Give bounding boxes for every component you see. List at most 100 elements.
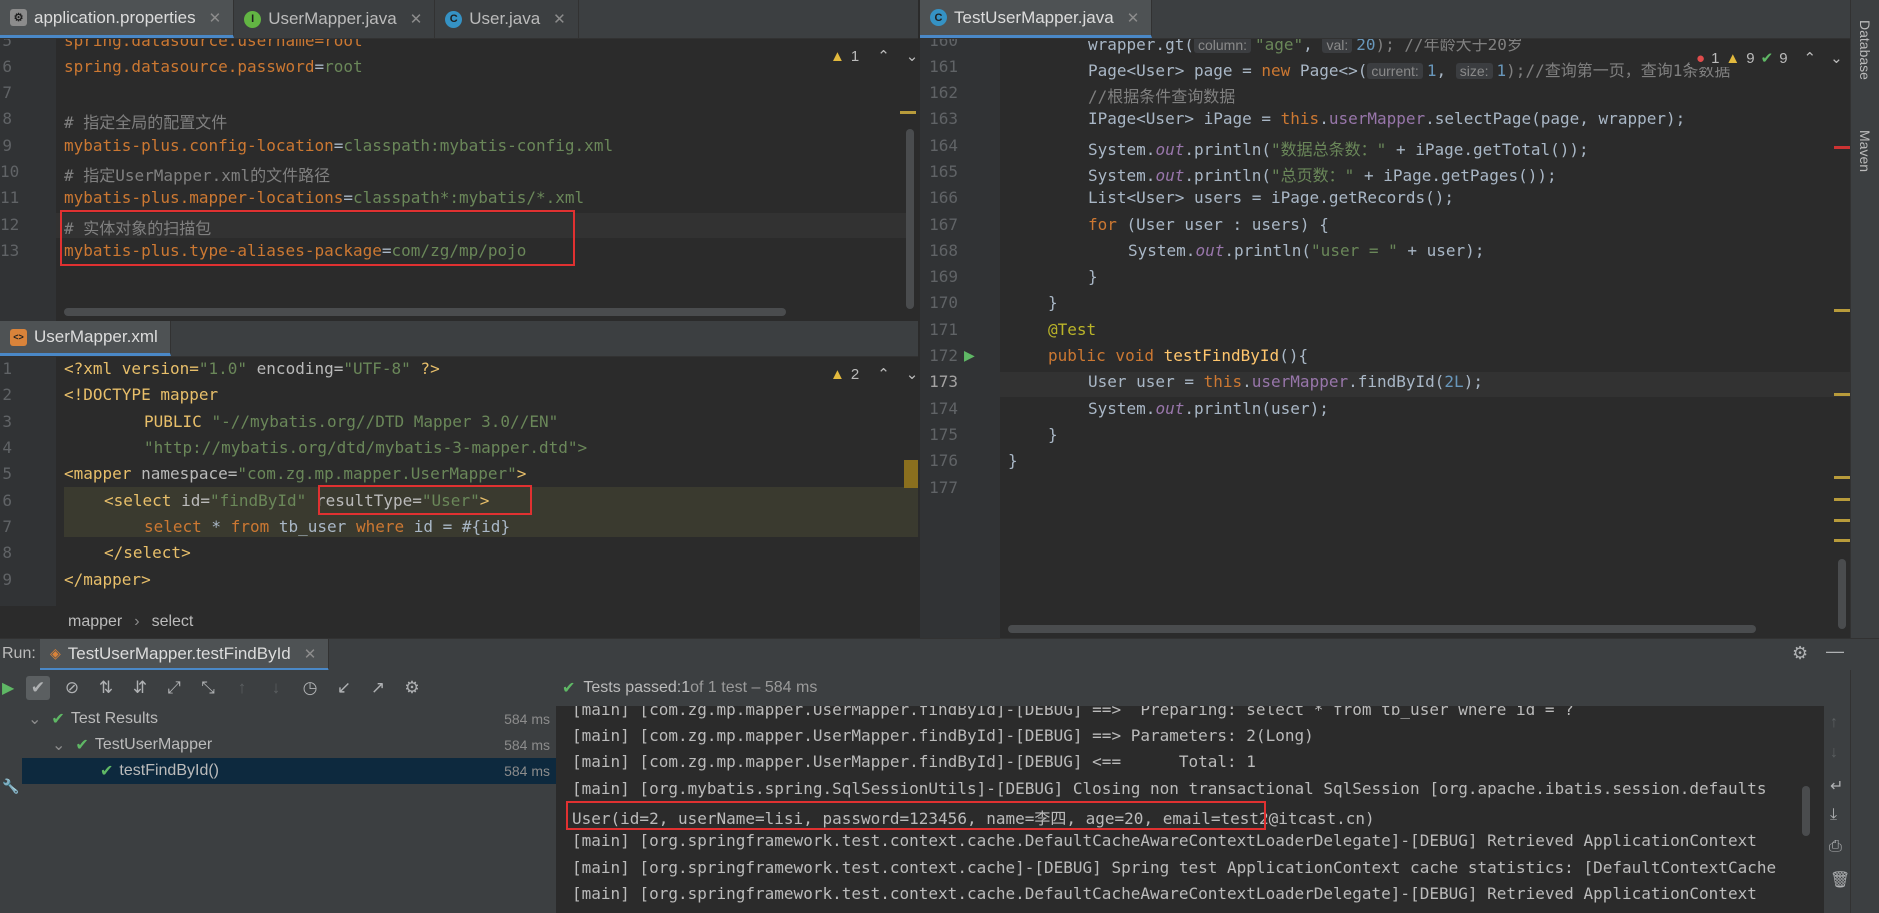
- console-line: [main] [org.springframework.test.context…: [572, 884, 1757, 903]
- export-tests-icon[interactable]: ↗: [366, 676, 390, 700]
- tree-row-class[interactable]: ⌄ ✔ TestUserMapper 584 ms: [22, 732, 556, 758]
- inspection-widget[interactable]: ▲ 1 ⌃ ⌄: [830, 47, 918, 66]
- tab-run-config[interactable]: ◈ TestUserMapper.testFindById ✕: [40, 639, 330, 671]
- gear-icon[interactable]: ⚙: [1792, 643, 1808, 664]
- next-failed-icon[interactable]: ↓: [264, 676, 288, 700]
- expand-all-icon[interactable]: ⤢: [162, 676, 186, 700]
- tab-usermapper-xml[interactable]: <> UserMapper.xml: [0, 321, 171, 356]
- chevron-down-icon[interactable]: ⌄: [52, 735, 65, 755]
- console-output[interactable]: [main] [com.zg.mp.mapper.UserMapper.find…: [556, 706, 1824, 913]
- tab-application-properties[interactable]: ⚙ application.properties ✕: [0, 0, 235, 38]
- check-icon: ✔: [100, 763, 114, 780]
- interface-icon: I: [244, 10, 262, 28]
- tab-usermapper-java[interactable]: I UserMapper.java ✕: [234, 0, 436, 38]
- tab-user-java[interactable]: C User.java ✕: [435, 0, 579, 38]
- close-icon[interactable]: ✕: [304, 645, 317, 663]
- xml-file-icon: <>: [10, 328, 27, 346]
- properties-editor[interactable]: 5 6 7 8 9 10 11 12 13 spring.datasource.…: [0, 39, 918, 321]
- tree-row-results[interactable]: ⌄ ✔ Test Results 584 ms: [22, 706, 556, 732]
- code-line: System.out.println("user = " + user);: [1128, 241, 1485, 260]
- chevron-up-icon[interactable]: ⌃: [1804, 49, 1817, 67]
- rerun-icon[interactable]: ▶: [2, 678, 14, 698]
- history-icon[interactable]: ◷: [298, 676, 322, 700]
- minimize-icon[interactable]: —: [1826, 641, 1844, 662]
- breadcrumb-item[interactable]: select: [152, 613, 194, 631]
- tree-label: Test Results: [70, 710, 158, 727]
- xml-editor[interactable]: 1 2 3 4 5 6 7 8 9 <?xml version="1.0" en…: [0, 357, 918, 606]
- code-line: IPage<User> iPage = this.userMapper.sele…: [1088, 109, 1686, 128]
- soft-wrap-icon[interactable]: ↵: [1830, 776, 1843, 796]
- code-line: System.out.println("数据总条数：" + iPage.getT…: [1088, 140, 1589, 159]
- close-icon[interactable]: ✕: [410, 10, 423, 28]
- line-number: 5: [2, 39, 12, 50]
- status-prefix: Tests passed:: [583, 679, 682, 696]
- warning-marker: [904, 460, 918, 488]
- show-passed-icon[interactable]: ✔: [26, 676, 50, 700]
- settings-icon[interactable]: ⚙: [400, 676, 424, 700]
- editor-tabs-bottom-left: <> UserMapper.xml: [0, 321, 918, 357]
- run-side-toolbar: ▶ 🔧: [0, 670, 22, 913]
- scroll-to-end-icon[interactable]: ⤓: [1830, 806, 1837, 824]
- duration: 584 ms: [504, 763, 550, 779]
- chevron-down-icon[interactable]: ⌄: [906, 47, 918, 65]
- highlight-box: [318, 485, 532, 515]
- console-line: [main] [org.mybatis.spring.SqlSessionUti…: [572, 779, 1767, 798]
- scrollbar-v[interactable]: [1838, 559, 1846, 629]
- scrollbar-h[interactable]: [1008, 625, 1756, 633]
- code-line: }: [1008, 451, 1018, 470]
- highlight-box: [566, 801, 1266, 830]
- tab-testusermapper-java[interactable]: C TestUserMapper.java ✕: [920, 0, 1153, 38]
- show-ignored-icon[interactable]: ⊘: [60, 676, 84, 700]
- prev-failed-icon[interactable]: ↑: [230, 676, 254, 700]
- scrollbar-h[interactable]: [64, 308, 786, 316]
- check-icon: ✔: [51, 711, 65, 728]
- code-line: mybatis-plus.config-location=classpath:m…: [64, 136, 614, 155]
- line-number: 171: [929, 320, 958, 339]
- code-comment: //根据条件查询数据: [1088, 87, 1236, 106]
- scrollbar-v[interactable]: [906, 129, 914, 309]
- line-number: 9: [2, 570, 12, 589]
- tool-window-database[interactable]: Database: [1857, 20, 1873, 80]
- run-gutter-icon[interactable]: ▶: [964, 347, 975, 364]
- run-label: Run:: [2, 645, 36, 662]
- arrow-up-icon[interactable]: ↑: [1830, 714, 1838, 732]
- tree-row-method[interactable]: ✔ testFindById() 584 ms: [22, 758, 556, 784]
- close-icon[interactable]: ✕: [553, 10, 566, 28]
- import-tests-icon[interactable]: ↙: [332, 676, 356, 700]
- inspection-widget[interactable]: ● 1 ▲ 9 ✔ 9 ⌃ ⌄: [1690, 49, 1843, 67]
- chevron-up-icon[interactable]: ⌃: [877, 47, 890, 65]
- close-icon[interactable]: ✕: [1127, 9, 1140, 27]
- code-line: System.out.println(user);: [1088, 399, 1329, 418]
- line-number: 13: [0, 241, 20, 260]
- line-number: 8: [2, 543, 12, 562]
- chevron-down-icon[interactable]: ⌄: [28, 709, 41, 729]
- inspection-widget[interactable]: ▲ 2 ⌃ ⌄: [830, 365, 918, 384]
- console-line: [main] [org.springframework.test.context…: [572, 831, 1757, 850]
- trash-icon[interactable]: 🗑: [1830, 870, 1850, 890]
- code-line: for (User user : users) {: [1088, 215, 1329, 234]
- arrow-down-icon[interactable]: ↓: [1830, 744, 1838, 762]
- chevron-down-icon[interactable]: ⌄: [906, 365, 918, 383]
- line-number: 165: [929, 162, 958, 181]
- editor-tabs-left: ⚙ application.properties ✕ I UserMapper.…: [0, 0, 918, 39]
- java-editor[interactable]: 160 161 162 163 164 165 166 167 168 169 170 171 172 1…: [920, 39, 1850, 638]
- chevron-down-icon[interactable]: ⌄: [1830, 49, 1843, 67]
- warning-count: 1: [850, 47, 860, 65]
- warning-count: 9: [1746, 49, 1755, 67]
- tool-window-maven[interactable]: Maven: [1857, 130, 1873, 172]
- close-icon[interactable]: ✕: [209, 9, 222, 27]
- wrench-icon[interactable]: 🔧: [2, 778, 19, 795]
- breadcrumb-item[interactable]: mapper: [68, 613, 122, 631]
- print-icon[interactable]: ⎙: [1829, 838, 1842, 856]
- scrollbar-v[interactable]: [1802, 786, 1810, 836]
- line-number: 1: [2, 359, 12, 378]
- code-line: Page<User> page = new Page<>(current: 1, …: [1088, 61, 1731, 80]
- collapse-all-icon[interactable]: ⤡: [196, 676, 220, 700]
- sort-duration-icon[interactable]: ⇵: [128, 676, 152, 700]
- warning-marker: [1834, 519, 1850, 522]
- console-line: [main] [com.zg.mp.mapper.UserMapper.find…: [572, 726, 1314, 745]
- chevron-up-icon[interactable]: ⌃: [877, 365, 890, 383]
- properties-file-icon: ⚙: [10, 9, 27, 26]
- line-number: 8: [2, 109, 12, 128]
- sort-alpha-icon[interactable]: ⇅: [94, 676, 118, 700]
